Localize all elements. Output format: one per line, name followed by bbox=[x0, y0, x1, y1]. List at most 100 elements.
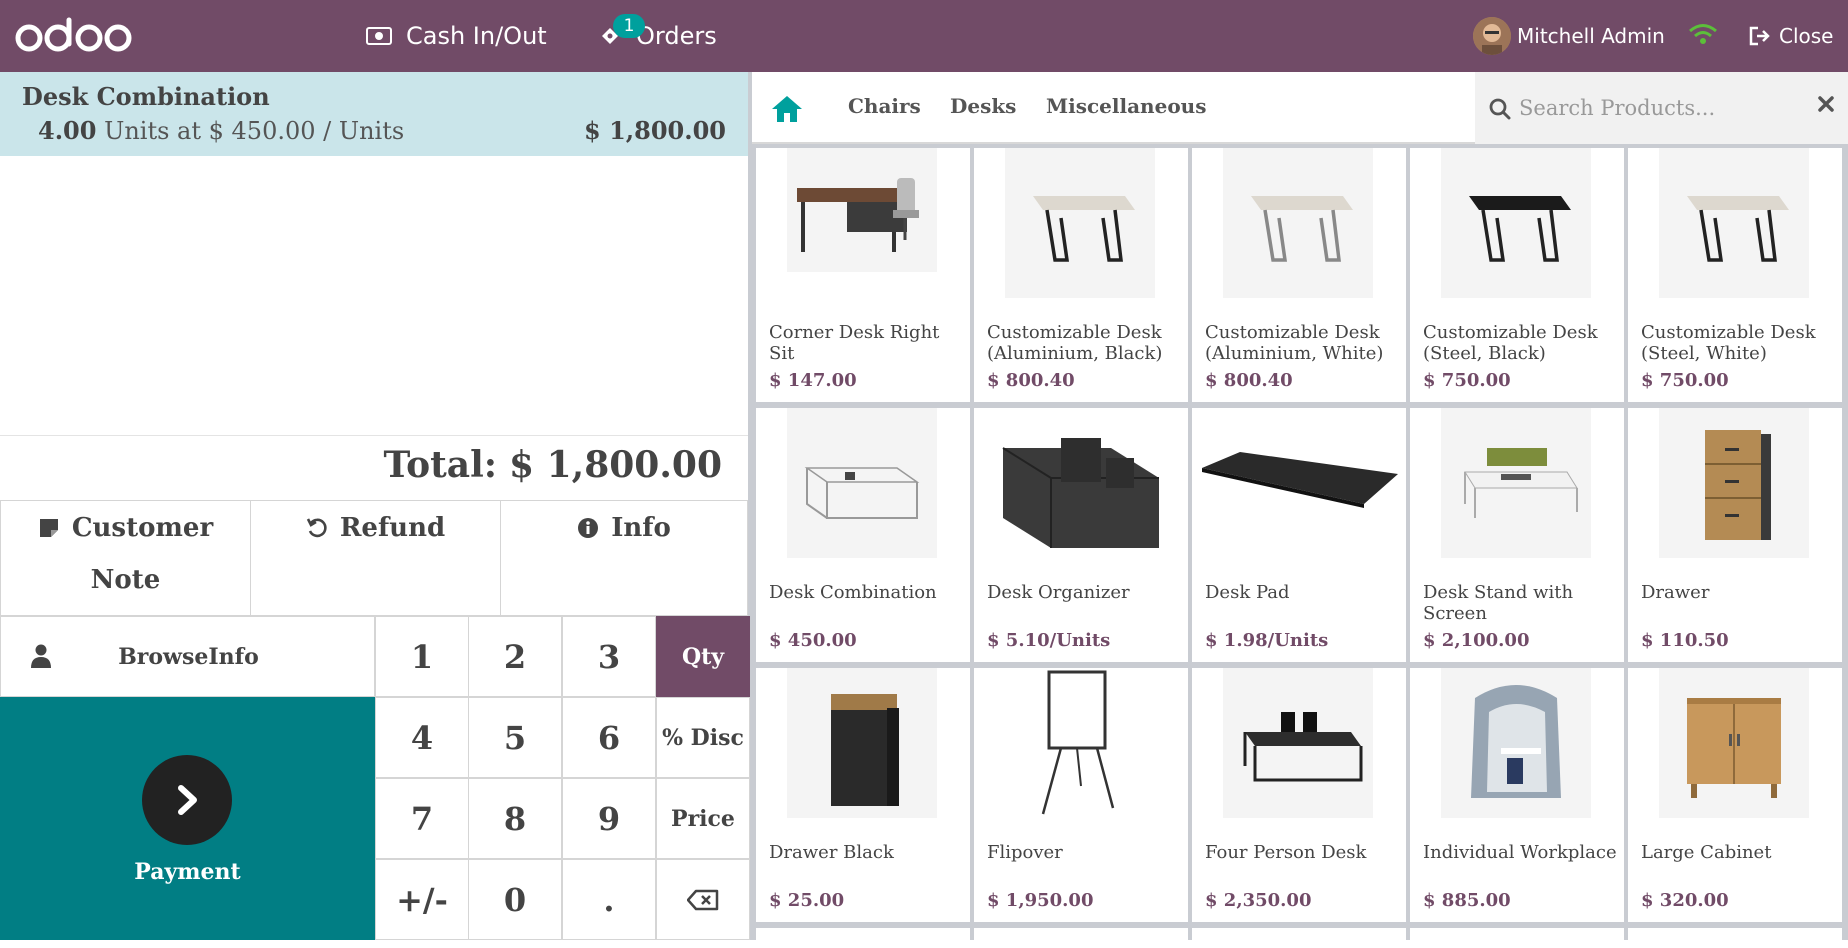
customer-note-button[interactable]: Customer Note bbox=[0, 500, 251, 616]
category-miscellaneous[interactable]: Miscellaneous bbox=[1046, 94, 1206, 118]
product-card[interactable]: Individual Workplace $ 885.00 bbox=[1410, 668, 1624, 922]
product-price: $ 800.40 bbox=[1205, 370, 1293, 391]
desk-white-top-icon bbox=[1223, 148, 1373, 298]
user-name[interactable]: Mitchell Admin bbox=[1517, 0, 1665, 72]
category-desks[interactable]: Desks bbox=[950, 94, 1016, 118]
numpad-backspace-button[interactable] bbox=[656, 859, 750, 940]
desk-white-top-icon bbox=[1659, 148, 1809, 298]
product-price: $ 1.98/Units bbox=[1205, 630, 1329, 651]
four-person-desk-icon bbox=[1223, 668, 1373, 818]
numpad-key-3[interactable]: 3 bbox=[562, 616, 656, 697]
product-name: Drawer Black bbox=[769, 842, 894, 863]
product-card[interactable]: Customizable Desk (Aluminium, Black) $ 8… bbox=[974, 148, 1188, 402]
product-price: $ 750.00 bbox=[1423, 370, 1511, 391]
numpad-key-6[interactable]: 6 bbox=[562, 697, 656, 778]
drawer-black-icon bbox=[787, 668, 937, 818]
product-card[interactable] bbox=[756, 928, 970, 948]
orders-button[interactable]: Orders bbox=[598, 0, 717, 72]
clear-search-icon[interactable] bbox=[1816, 94, 1836, 118]
top-bar: Cash In/Out Orders 1 Mitchell Admin Clos… bbox=[0, 0, 1848, 72]
product-card[interactable]: Drawer Black $ 25.00 bbox=[756, 668, 970, 922]
order-line-price: $ 1,800.00 bbox=[584, 116, 726, 145]
desk-black-top-icon bbox=[1441, 148, 1591, 298]
close-button[interactable]: Close bbox=[1749, 0, 1833, 72]
numpad-key-1[interactable]: 1 bbox=[375, 616, 469, 697]
customer-label: BrowseInfo bbox=[118, 643, 259, 670]
product-name: Desk Pad bbox=[1205, 582, 1290, 603]
backspace-icon bbox=[687, 889, 719, 910]
numpad-mode-price[interactable]: Price bbox=[656, 778, 750, 859]
numpad-key-decimal[interactable]: . bbox=[562, 859, 656, 940]
category-chairs[interactable]: Chairs bbox=[848, 94, 921, 118]
product-card[interactable] bbox=[974, 928, 1188, 948]
close-label: Close bbox=[1779, 24, 1834, 48]
product-card[interactable]: Desk Organizer $ 5.10/Units bbox=[974, 408, 1188, 662]
product-price: $ 25.00 bbox=[769, 890, 845, 911]
product-card[interactable]: Large Cabinet $ 320.00 bbox=[1628, 668, 1842, 922]
total-label: Total: bbox=[383, 444, 498, 486]
order-line-name: Desk Combination bbox=[22, 82, 270, 111]
numpad-mode-qty[interactable]: Qty bbox=[656, 616, 750, 697]
cash-in-out-label: Cash In/Out bbox=[406, 22, 547, 50]
product-name: Customizable Desk (Steel, White) bbox=[1641, 322, 1816, 364]
orders-label: Orders bbox=[636, 22, 717, 50]
info-icon bbox=[577, 517, 599, 539]
home-icon[interactable] bbox=[770, 94, 804, 128]
product-card[interactable]: Corner Desk Right Sit $ 147.00 bbox=[756, 148, 970, 402]
order-total: Total: $ 1,800.00 bbox=[371, 444, 722, 486]
product-pane: Chairs Desks Miscellaneous Corner Desk R… bbox=[752, 72, 1848, 948]
customer-button[interactable]: BrowseInfo bbox=[0, 616, 375, 697]
odoo-logo bbox=[14, 16, 134, 56]
numpad-key-4[interactable]: 4 bbox=[375, 697, 469, 778]
flipover-icon bbox=[1005, 668, 1155, 818]
numpad-key-plus-minus[interactable]: +/- bbox=[375, 859, 469, 940]
info-label: Info bbox=[611, 513, 671, 543]
customer-note-label-1: Customer bbox=[71, 513, 214, 543]
product-name: Customizable Desk (Aluminium, Black) bbox=[987, 322, 1163, 364]
numpad-key-8[interactable]: 8 bbox=[468, 778, 562, 859]
total-divider bbox=[0, 435, 748, 436]
product-card[interactable]: Four Person Desk $ 2,350.00 bbox=[1192, 668, 1406, 922]
product-card[interactable]: Customizable Desk (Aluminium, White) $ 8… bbox=[1192, 148, 1406, 402]
product-card[interactable] bbox=[1628, 928, 1842, 948]
search-icon bbox=[1489, 98, 1511, 124]
numpad-key-5[interactable]: 5 bbox=[468, 697, 562, 778]
search-input[interactable] bbox=[1519, 88, 1789, 128]
product-name: Customizable Desk (Aluminium, White) bbox=[1205, 322, 1384, 364]
product-card[interactable]: Desk Stand with Screen $ 2,100.00 bbox=[1410, 408, 1624, 662]
numpad-key-9[interactable]: 9 bbox=[562, 778, 656, 859]
product-name: Desk Stand with Screen bbox=[1423, 582, 1574, 624]
numpad-key-2[interactable]: 2 bbox=[468, 616, 562, 697]
desk-white-top-icon bbox=[1005, 148, 1155, 298]
user-avatar[interactable] bbox=[1473, 17, 1511, 55]
product-card[interactable] bbox=[1410, 928, 1624, 948]
wifi-icon bbox=[1688, 22, 1718, 50]
product-card[interactable]: Customizable Desk (Steel, Black) $ 750.0… bbox=[1410, 148, 1624, 402]
product-name: Flipover bbox=[987, 842, 1063, 863]
refund-button[interactable]: Refund bbox=[250, 500, 501, 616]
chevron-right-icon bbox=[142, 755, 232, 845]
product-price: $ 885.00 bbox=[1423, 890, 1511, 911]
product-card[interactable]: Flipover $ 1,950.00 bbox=[974, 668, 1188, 922]
product-price: $ 320.00 bbox=[1641, 890, 1729, 911]
order-line[interactable]: Desk Combination 4.00 Units at $ 450.00 … bbox=[0, 72, 748, 156]
order-line-qty: 4.00 bbox=[38, 116, 97, 145]
desk-combination-icon bbox=[787, 408, 937, 558]
product-name: Desk Combination bbox=[769, 582, 937, 603]
product-card[interactable]: Customizable Desk (Steel, White) $ 750.0… bbox=[1628, 148, 1842, 402]
cabinet-icon bbox=[1659, 668, 1809, 818]
product-card[interactable]: Desk Pad $ 1.98/Units bbox=[1192, 408, 1406, 662]
desk-stand-icon bbox=[1441, 408, 1591, 558]
product-price: $ 1,950.00 bbox=[987, 890, 1094, 911]
cash-in-out-button[interactable]: Cash In/Out bbox=[366, 0, 547, 72]
product-card[interactable]: Drawer $ 110.50 bbox=[1628, 408, 1842, 662]
product-card[interactable]: Desk Combination $ 450.00 bbox=[756, 408, 970, 662]
numpad-key-7[interactable]: 7 bbox=[375, 778, 469, 859]
numpad-key-0[interactable]: 0 bbox=[468, 859, 562, 940]
payment-button[interactable]: Payment bbox=[0, 697, 375, 940]
product-card[interactable] bbox=[1192, 928, 1406, 948]
info-button[interactable]: Info bbox=[500, 500, 748, 616]
product-search bbox=[1475, 72, 1848, 144]
numpad-mode-disc[interactable]: % Disc bbox=[656, 697, 750, 778]
desk-office-icon bbox=[787, 148, 937, 272]
